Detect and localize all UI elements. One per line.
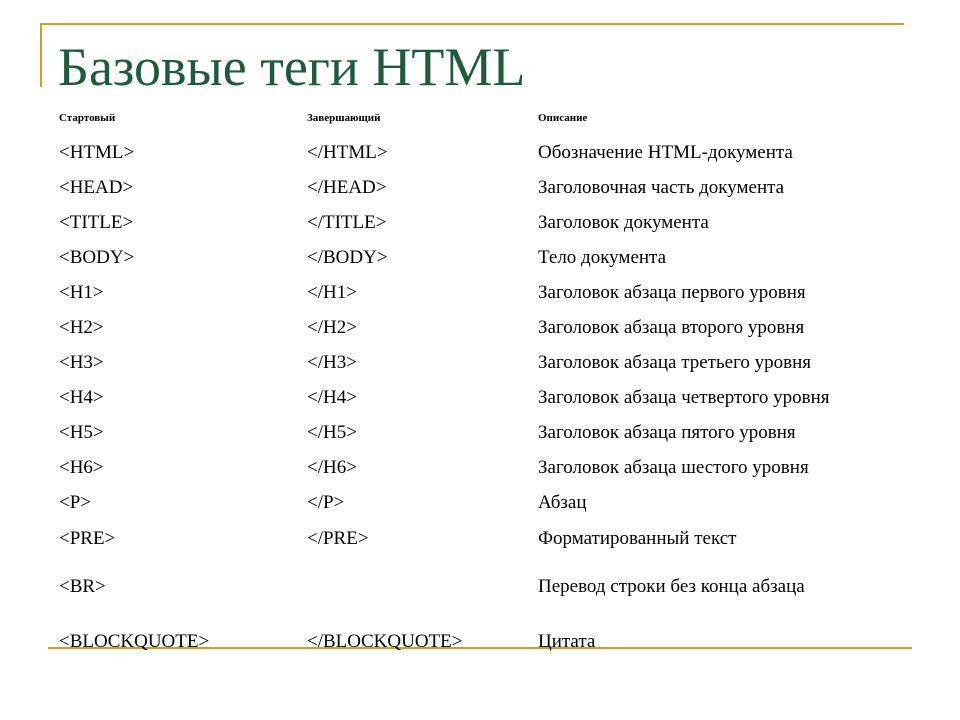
frame-top-line [40, 23, 904, 25]
start-tag-cell: <H2> [59, 317, 104, 338]
description-cell: Перевод строки без конца абзаца [538, 576, 805, 597]
description-cell: Заголовок абзаца пятого уровня [538, 422, 796, 443]
table-row: <H6> </H6> Заголовок абзаца шестого уров… [59, 453, 919, 483]
description-cell: Форматированный текст [538, 528, 737, 549]
header-start: Стартовый [59, 112, 116, 124]
table-row: <H1> </H1> Заголовок абзаца первого уров… [59, 278, 919, 308]
description-cell: Цитата [538, 631, 596, 652]
start-tag-cell: <BLOCKQUOTE> [59, 631, 210, 652]
start-tag-cell: <HTML> [59, 142, 135, 163]
slide-title: Базовые теги HTML [58, 37, 526, 97]
start-tag-cell: <BR> [59, 576, 106, 597]
end-tag-cell: </BODY> [307, 247, 388, 268]
table-row: <BODY> </BODY> Тело документа [59, 243, 919, 273]
description-cell: Заголовок абзаца второго уровня [538, 317, 805, 338]
description-cell: Тело документа [538, 247, 667, 268]
header-end: Завершающий [307, 112, 381, 124]
table-row: <BLOCKQUOTE> </BLOCKQUOTE> Цитата [59, 627, 919, 657]
table-row: <HTML> </HTML> Обозначение HTML-документ… [59, 138, 919, 168]
table-row: <PRE> </PRE> Форматированный текст [59, 524, 919, 554]
table-row: <P> </P> Абзац [59, 488, 919, 518]
end-tag-cell: </H1> [307, 282, 357, 303]
start-tag-cell: <P> [59, 492, 91, 513]
table-row: <H2> </H2> Заголовок абзаца второго уров… [59, 313, 919, 343]
start-tag-cell: <PRE> [59, 528, 116, 549]
header-description: Описание [538, 112, 588, 124]
end-tag-cell: </HEAD> [307, 177, 387, 198]
start-tag-cell: <BODY> [59, 247, 135, 268]
start-tag-cell: <H1> [59, 282, 104, 303]
end-tag-cell: </H4> [307, 387, 357, 408]
description-cell: Заголовок абзаца третьего уровня [538, 352, 812, 373]
table-header-row: Стартовый Завершающий Описание [59, 110, 919, 130]
start-tag-cell: <H3> [59, 352, 104, 373]
end-tag-cell: </TITLE> [307, 212, 387, 233]
description-cell: Заголовочная часть документа [538, 177, 785, 198]
table-row: <HEAD> </HEAD> Заголовочная часть докуме… [59, 173, 919, 203]
table-row: <H3> </H3> Заголовок абзаца третьего уро… [59, 348, 919, 378]
start-tag-cell: <TITLE> [59, 212, 134, 233]
start-tag-cell: <H6> [59, 457, 104, 478]
start-tag-cell: <H4> [59, 387, 104, 408]
end-tag-cell: </HTML> [307, 142, 388, 163]
table-row: <BR> Перевод строки без конца абзаца [59, 572, 919, 602]
description-cell: Абзац [538, 492, 587, 513]
table-row: <H5> </H5> Заголовок абзаца пятого уровн… [59, 418, 919, 448]
end-tag-cell: </PRE> [307, 528, 369, 549]
start-tag-cell: <H5> [59, 422, 104, 443]
start-tag-cell: <HEAD> [59, 177, 134, 198]
frame-left-line [40, 23, 42, 87]
end-tag-cell: </H6> [307, 457, 357, 478]
table-row: <H4> </H4> Заголовок абзаца четвертого у… [59, 383, 919, 413]
end-tag-cell: </H5> [307, 422, 357, 443]
table-row: <TITLE> </TITLE> Заголовок документа [59, 208, 919, 238]
description-cell: Заголовок абзаца шестого уровня [538, 457, 809, 478]
end-tag-cell: </H2> [307, 317, 357, 338]
description-cell: Заголовок абзаца первого уровня [538, 282, 806, 303]
description-cell: Заголовок документа [538, 212, 709, 233]
description-cell: Заголовок абзаца четвертого уровня [538, 387, 830, 408]
end-tag-cell: </BLOCKQUOTE> [307, 631, 463, 652]
end-tag-cell: </P> [307, 492, 345, 513]
end-tag-cell: </H3> [307, 352, 357, 373]
description-cell: Обозначение HTML-документа [538, 142, 793, 163]
